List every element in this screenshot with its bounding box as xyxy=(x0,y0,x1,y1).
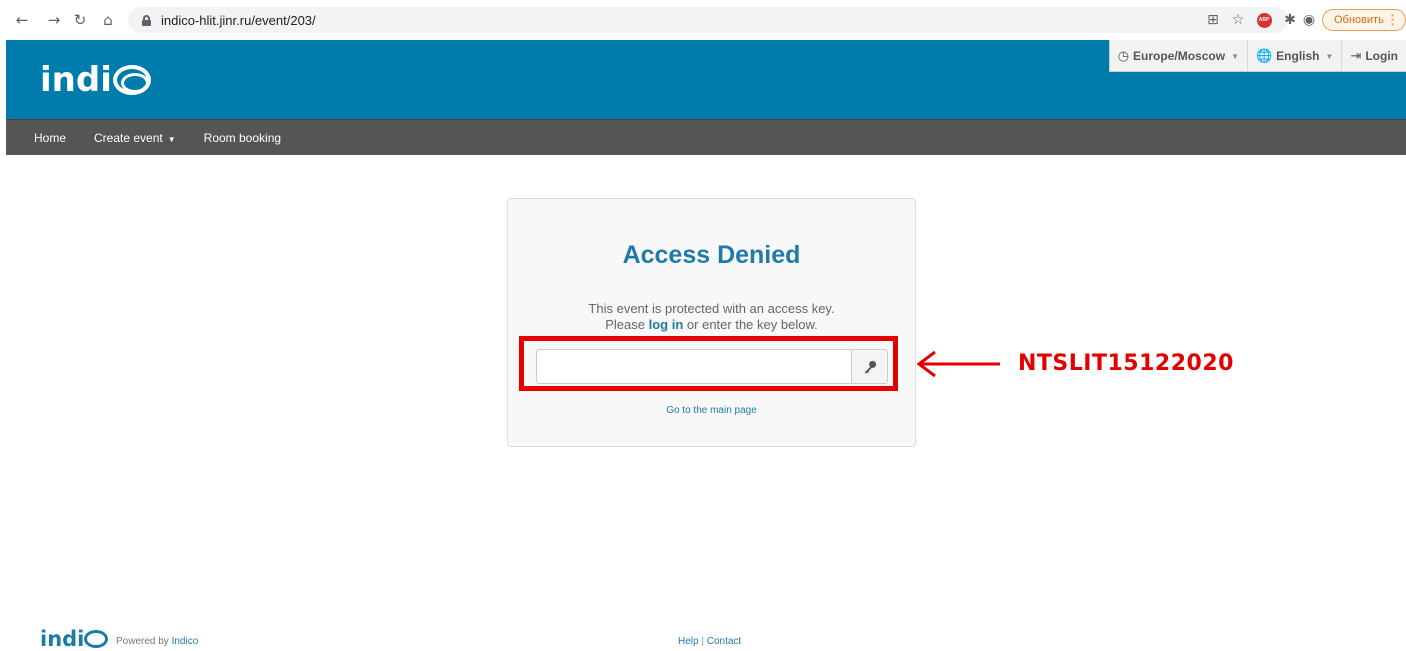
more-vert-icon: ⋮ xyxy=(1386,12,1399,27)
lock-icon xyxy=(142,14,151,26)
main-nav: Home Create event ▼ Room booking xyxy=(6,119,1406,155)
profile-icon[interactable]: ◉ xyxy=(1299,10,1319,30)
translate-icon[interactable]: ⊞ xyxy=(1203,10,1223,30)
main-page-link[interactable]: Go to the main page xyxy=(508,405,915,416)
nav-create-event[interactable]: Create event ▼ xyxy=(94,131,176,145)
access-denied-panel: Access Denied This event is protected wi… xyxy=(507,198,916,447)
access-message: This event is protected with an access k… xyxy=(588,301,835,332)
forward-icon[interactable]: → xyxy=(44,10,64,30)
page-title: Access Denied xyxy=(622,241,801,269)
clock-icon: ◷ xyxy=(1117,48,1130,64)
contact-link[interactable]: Contact xyxy=(707,636,741,647)
annotation-key-text: NTSLIT15122020 xyxy=(1018,351,1234,376)
site-header: indicoindi ◷ Europe/Moscow ▼ 🌐 English ▼… xyxy=(6,40,1406,119)
back-icon[interactable]: ← xyxy=(12,10,32,30)
language-selector[interactable]: 🌐 English ▼ xyxy=(1248,40,1343,72)
home-icon[interactable]: ⌂ xyxy=(98,10,118,30)
nav-room-booking[interactable]: Room booking xyxy=(204,131,281,145)
indico-link[interactable]: Indico xyxy=(172,636,199,647)
indico-logo[interactable]: indicoindi xyxy=(40,60,151,100)
powered-by: Powered by Indico xyxy=(116,636,199,647)
browser-toolbar: ← → ↻ ⌂ indico-hlit.jinr.ru/event/203/ ⊞… xyxy=(0,0,1406,40)
caret-down-icon: ▼ xyxy=(1231,51,1239,61)
top-user-menu: ◷ Europe/Moscow ▼ 🌐 English ▼ ⇥ Login xyxy=(1108,40,1406,72)
nav-home[interactable]: Home xyxy=(34,131,66,145)
footer-links: Help | Contact xyxy=(678,636,742,647)
indico-logo-mark xyxy=(112,65,151,95)
adblock-icon[interactable]: ABP xyxy=(1254,10,1274,30)
indico-logo-mark xyxy=(84,630,109,648)
login-icon: ⇥ xyxy=(1350,48,1362,64)
globe-icon: 🌐 xyxy=(1255,48,1273,64)
bookmark-star-icon[interactable]: ☆ xyxy=(1228,10,1248,30)
extensions-puzzle-icon[interactable]: ✱ xyxy=(1280,10,1300,30)
reload-icon[interactable]: ↻ xyxy=(70,10,90,30)
caret-down-icon: ▼ xyxy=(167,134,176,144)
address-bar[interactable]: indico-hlit.jinr.ru/event/203/ xyxy=(128,7,1288,33)
help-link[interactable]: Help xyxy=(678,636,699,647)
update-browser-button[interactable]: Обновить ⋮ xyxy=(1322,9,1406,31)
annotation-highlight-box xyxy=(519,336,898,391)
caret-down-icon: ▼ xyxy=(1325,51,1334,61)
footer-logo[interactable]: indicoindi xyxy=(40,627,109,651)
annotation-arrow-icon xyxy=(916,350,1000,378)
login-link-inline[interactable]: log in xyxy=(649,317,684,332)
login-link[interactable]: ⇥ Login xyxy=(1342,40,1406,72)
timezone-selector[interactable]: ◷ Europe/Moscow ▼ xyxy=(1110,40,1248,72)
url-text: indico-hlit.jinr.ru/event/203/ xyxy=(161,12,316,28)
